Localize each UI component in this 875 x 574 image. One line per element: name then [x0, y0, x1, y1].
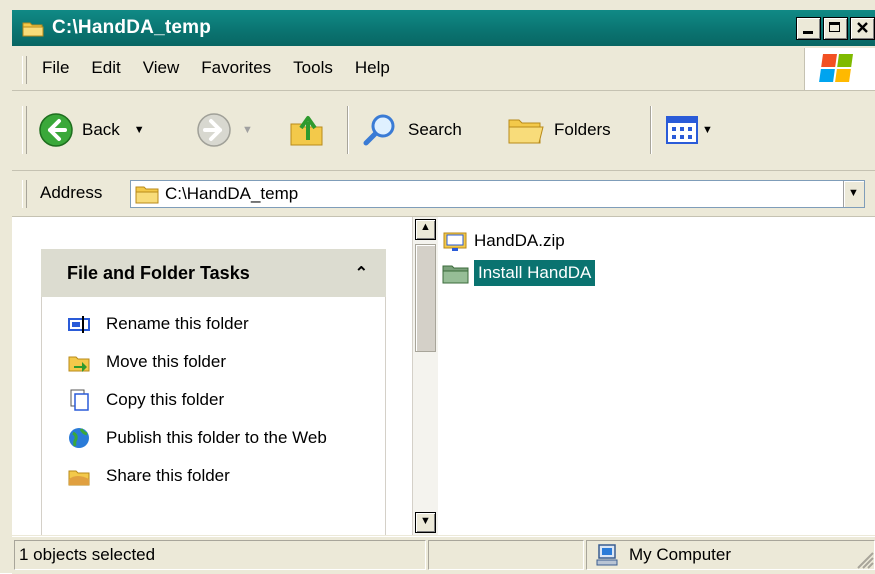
folders-button[interactable]: Folders [506, 112, 611, 148]
close-button[interactable] [850, 17, 875, 40]
status-bar: 1 objects selected My Computer [12, 536, 875, 574]
status-pane-selection: 1 objects selected [14, 540, 426, 570]
zip-icon [443, 232, 467, 251]
tasks-pane: File and Folder Tasks ⌃ Rename this fold… [12, 217, 412, 535]
back-arrow-icon [39, 113, 73, 147]
menu-view[interactable]: View [143, 58, 180, 78]
menu-edit[interactable]: Edit [91, 58, 120, 78]
share-icon [68, 470, 90, 486]
status-text: 1 objects selected [19, 545, 156, 564]
explorer-window: C:\HandDA_temp File Edit View Favorites … [0, 0, 875, 574]
task-publish-web[interactable]: Publish this folder to the Web [42, 427, 385, 449]
standard-toolbar: Back ▼ ▼ Search Folders ▼ [12, 92, 875, 171]
address-grip[interactable] [22, 180, 27, 208]
task-copy[interactable]: Copy this folder [42, 389, 385, 411]
address-value: C:\HandDA_temp [165, 184, 299, 203]
folder-icon [135, 186, 159, 204]
search-label: Search [408, 120, 462, 139]
tasks-title: File and Folder Tasks [67, 262, 250, 283]
tasks-scrollbar[interactable]: ▲ ▼ [412, 217, 438, 535]
forward-dropdown-icon[interactable]: ▼ [242, 124, 253, 136]
close-icon [857, 22, 868, 33]
views-button[interactable]: ▼ [666, 116, 713, 144]
address-bar: Address C:\HandDA_temp ▼ [12, 172, 875, 217]
file-list: HandDA.zip Install HandDA [438, 217, 875, 535]
folders-icon [508, 119, 544, 144]
resize-grip-icon[interactable] [852, 547, 874, 569]
scroll-thumb[interactable] [415, 244, 436, 352]
forward-button[interactable]: ▼ [196, 112, 253, 148]
chevron-down-icon: ▼ [848, 187, 859, 199]
file-item-install-handda[interactable]: Install HandDA [442, 259, 596, 287]
title-bar[interactable]: C:\HandDA_temp [12, 10, 875, 46]
menu-bar: File Edit View Favorites Tools Help [12, 48, 875, 91]
status-pane-size [428, 540, 584, 570]
views-icon [666, 116, 698, 144]
scroll-down-icon: ▼ [420, 515, 431, 527]
content-area: File and Folder Tasks ⌃ Rename this fold… [12, 217, 875, 535]
minimize-button[interactable] [796, 17, 821, 40]
up-folder-icon [290, 116, 323, 146]
rename-icon [68, 316, 90, 333]
forward-arrow-icon [197, 113, 231, 147]
views-dropdown-icon[interactable]: ▼ [702, 124, 713, 136]
tasks-header[interactable]: File and Folder Tasks ⌃ [41, 249, 386, 297]
scroll-down-button[interactable]: ▼ [415, 512, 436, 533]
menu-grip[interactable] [22, 56, 27, 84]
folder-icon [22, 22, 44, 36]
folder-icon [442, 265, 469, 284]
task-move[interactable]: Move this folder [42, 351, 385, 373]
scroll-up-button[interactable]: ▲ [415, 219, 436, 240]
publish-web-icon [69, 428, 89, 448]
back-label: Back [82, 120, 120, 139]
zone-text: My Computer [629, 545, 732, 564]
address-field[interactable]: C:\HandDA_temp ▼ [130, 180, 865, 208]
toolbar-grip[interactable] [22, 106, 27, 154]
scroll-up-icon: ▲ [420, 221, 431, 233]
window-title: C:\HandDA_temp [52, 17, 212, 38]
menu-tools[interactable]: Tools [293, 58, 333, 78]
task-share[interactable]: Share this folder [42, 465, 385, 487]
windows-logo-icon [804, 48, 875, 90]
computer-icon [596, 544, 618, 566]
status-pane-zone: My Computer [586, 540, 875, 570]
address-label: Address [40, 183, 103, 202]
maximize-button[interactable] [823, 17, 848, 40]
up-folder-button[interactable] [288, 110, 326, 148]
search-button[interactable]: Search [362, 112, 462, 148]
menu-help[interactable]: Help [355, 58, 390, 78]
file-folder-tasks-panel: File and Folder Tasks ⌃ Rename this fold… [41, 249, 386, 535]
back-dropdown-icon[interactable]: ▼ [134, 124, 145, 136]
collapse-icon[interactable]: ⌃ [355, 263, 368, 283]
move-icon [68, 356, 90, 372]
search-icon [363, 114, 395, 146]
address-dropdown-button[interactable]: ▼ [843, 181, 864, 207]
copy-icon [70, 389, 89, 411]
file-item-handda-zip[interactable]: HandDA.zip [442, 227, 565, 255]
menu-file[interactable]: File [42, 58, 69, 78]
task-rename[interactable]: Rename this folder [42, 313, 385, 335]
folders-label: Folders [554, 120, 611, 139]
back-button[interactable]: Back ▼ [38, 112, 145, 148]
menu-favorites[interactable]: Favorites [201, 58, 271, 78]
